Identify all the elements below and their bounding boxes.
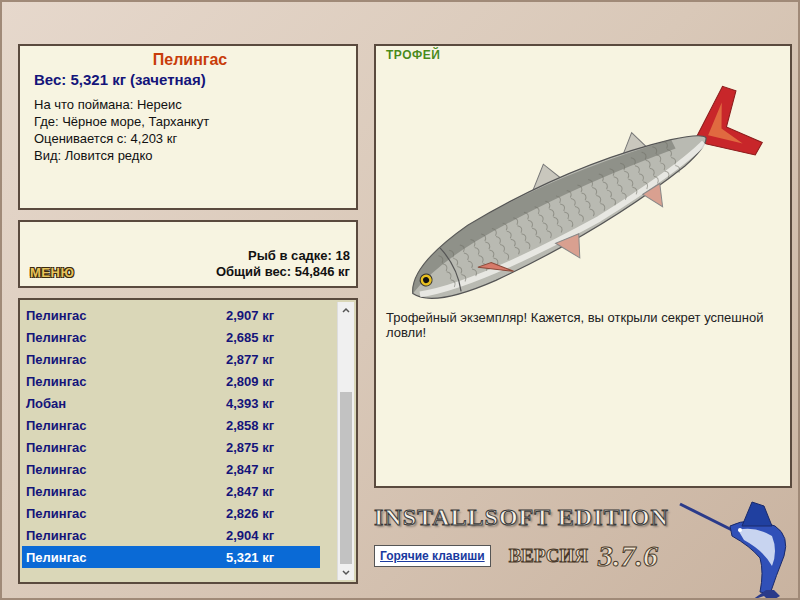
catch-list: Пелингас2,907 кгПелингас2,685 кгПелингас… (18, 298, 358, 584)
catch-weight: 2,826 кг (226, 506, 274, 521)
catch-row[interactable]: Пелингас2,877 кг (22, 348, 320, 370)
trophy-caption: Трофейный экземпляр! Кажется, вы открыли… (386, 310, 780, 340)
up-arrow-icon (341, 306, 351, 315)
catch-row[interactable]: Пелингас2,847 кг (22, 480, 320, 502)
scrollbar-thumb[interactable] (340, 392, 352, 564)
catch-name: Пелингас (26, 330, 226, 345)
catch-row[interactable]: Пелингас2,907 кг (22, 304, 320, 326)
catch-weight: 4,393 кг (226, 396, 274, 411)
down-arrow-icon (341, 568, 351, 577)
catch-row[interactable]: Пелингас2,847 кг (22, 458, 320, 480)
catch-name: Пелингас (26, 506, 226, 521)
menu-button[interactable]: МЕНЮ (30, 265, 74, 280)
catch-name: Пелингас (26, 374, 226, 389)
catch-name: Пелингас (26, 550, 226, 565)
total-weight: Общий вес: 54,846 кг (216, 264, 350, 280)
catch-weight: 5,321 кг (226, 550, 274, 565)
version-row: Горячие клавиши ВЕРСИЯ 3.7.6 (374, 539, 674, 573)
catch-name: Пелингас (26, 528, 226, 543)
catch-rows: Пелингас2,907 кгПелингас2,685 кгПелингас… (22, 302, 337, 580)
catch-name: Пелингас (26, 484, 226, 499)
fish-info-line: На что поймана: Нереис (34, 96, 346, 113)
marlin-icon (674, 488, 792, 600)
scrollbar-space (338, 318, 354, 392)
version-label: ВЕРСИЯ (509, 545, 588, 567)
catch-name: Пелингас (26, 308, 226, 323)
fish-image (386, 62, 782, 310)
fish-weight: Вес: 5,321 кг (зачетная) (34, 70, 346, 90)
catch-row[interactable]: Пелингас2,826 кг (22, 502, 320, 524)
catch-weight: 2,875 кг (226, 440, 274, 455)
left-column: ПелингасВес: 5,321 кг (зачетная)На что п… (18, 44, 358, 598)
catch-row[interactable]: Лобан4,393 кг (22, 392, 320, 414)
catch-weight: 2,904 кг (226, 528, 274, 543)
version-number: 3.7.6 (598, 539, 658, 573)
catch-row[interactable]: Пелингас2,875 кг (22, 436, 320, 458)
scroll-down-button[interactable] (338, 564, 354, 580)
catch-row[interactable]: Пелингас2,809 кг (22, 370, 320, 392)
catch-weight: 2,809 кг (226, 374, 274, 389)
branding-text: INSTALLSOFT EDITION Горячие клавиши ВЕРСИЯ… (374, 488, 674, 598)
fish-info-line: Где: Чёрное море, Тарханкут (34, 113, 346, 130)
edition-logo: INSTALLSOFT EDITION (374, 504, 674, 531)
catch-name: Пелингас (26, 462, 226, 477)
catch-weight: 2,847 кг (226, 484, 274, 499)
trophy-panel: ТРОФЕЙ Трофейный экземпляр! Кажется, вы о… (374, 44, 792, 488)
fish-name: Пелингас (34, 50, 346, 70)
branding-area: INSTALLSOFT EDITION Горячие клавиши ВЕРСИЯ… (374, 488, 792, 598)
catch-weight: 2,847 кг (226, 462, 274, 477)
catch-weight: 2,907 кг (226, 308, 274, 323)
catch-row[interactable]: Пелингас2,858 кг (22, 414, 320, 436)
scrollbar-track (338, 318, 354, 564)
catch-weight: 2,685 кг (226, 330, 274, 345)
catch-name: Лобан (26, 396, 226, 411)
catch-row[interactable]: Пелингас2,685 кг (22, 326, 320, 348)
catch-name: Пелингас (26, 418, 226, 433)
fish-info-line: Оценивается с: 4,203 кг (34, 130, 346, 147)
scroll-up-button[interactable] (338, 302, 354, 318)
trophy-label: ТРОФЕЙ (386, 48, 780, 62)
catch-weight: 2,858 кг (226, 418, 274, 433)
catch-name: Пелингас (26, 440, 226, 455)
catch-weight: 2,877 кг (226, 352, 274, 367)
keepnet-panel: МЕНЮ Рыб в садке: 18Общий вес: 54,846 кг (18, 220, 358, 288)
fish-info-panel: ПелингасВес: 5,321 кг (зачетная) На что п… (18, 44, 358, 210)
keepnet-summary: Рыб в садке: 18Общий вес: 54,846 кг (216, 248, 350, 280)
scrollbar[interactable] (337, 302, 354, 580)
hotkeys-button[interactable]: Горячие клавиши (374, 545, 491, 567)
catch-row[interactable]: Пелингас2,904 кг (22, 524, 320, 546)
fish-info-line: Вид: Ловится редко (34, 147, 346, 164)
fish-count: Рыб в садке: 18 (216, 248, 350, 264)
catch-row[interactable]: Пелингас5,321 кг (22, 546, 320, 568)
marlin-logo (674, 488, 792, 598)
right-column: ТРОФЕЙ Трофейный экземпляр! Кажется, вы о… (374, 44, 792, 598)
catch-name: Пелингас (26, 352, 226, 367)
fish-picture (386, 62, 780, 310)
